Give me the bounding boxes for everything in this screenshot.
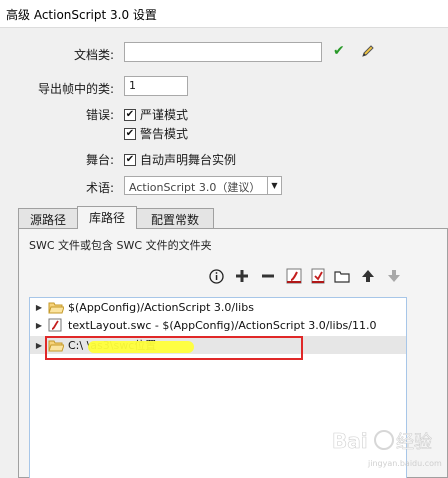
checkbox-box[interactable]: ✔ [124,127,136,140]
panel-caption: SWC 文件或包含 SWC 文件的文件夹 [29,239,212,252]
checkbox-box[interactable]: ✔ [124,108,136,121]
redaction-mark [88,341,194,353]
tab-source-path[interactable]: 源路径 [18,208,78,228]
expand-arrow-icon[interactable]: ▶ [30,303,48,312]
library-path-list[interactable]: ▶ $(AppConfig)/ActionScript 3.0/libs ▶ t… [29,297,407,478]
auto-declare-label: 自动声明舞台实例 [140,153,237,167]
list-item[interactable]: ▶ C:\ \as3\swc位置 [30,336,406,354]
flash-swc-icon[interactable] [285,267,303,285]
warnings-mode-label: 警告模式 [140,127,189,141]
folder-icon [48,338,64,352]
dialect-label: 术语: [85,181,114,195]
check-icon[interactable]: ✔ [333,43,345,59]
expand-arrow-icon[interactable]: ▶ [30,321,48,330]
move-down-icon[interactable] [385,267,403,285]
move-up-icon[interactable] [359,267,377,285]
strict-mode-label: 严谨模式 [140,108,189,122]
swc-file-icon [48,318,64,332]
checkbox-box[interactable]: ✔ [124,153,136,166]
tab-label: 源路径 [29,213,66,227]
list-item-label: textLayout.swc - $(AppConfig)/ActionScri… [68,318,377,332]
remove-icon[interactable] [259,267,277,285]
export-frame-label: 导出帧中的类: [37,82,114,96]
tab-label: 库路径 [88,211,125,225]
list-item-label: $(AppConfig)/ActionScript 3.0/libs [68,300,254,314]
auto-declare-checkbox[interactable]: ✔ 自动声明舞台实例 [124,151,236,168]
pencil-icon[interactable] [360,43,376,62]
library-path-panel: SWC 文件或包含 SWC 文件的文件夹 ▶ $(AppConfig)/Acti… [18,228,448,478]
dialect-value: ActionScript 3.0（建议） [129,181,261,194]
doc-class-input[interactable] [124,42,322,62]
export-frame-input[interactable]: 1 [124,76,188,96]
folder-icon [48,300,64,314]
tab-library-path[interactable]: 库路径 [77,206,137,229]
info-icon[interactable] [207,267,225,285]
tab-label: 配置常数 [150,213,199,227]
add-icon[interactable] [233,267,251,285]
title-bar: 高级 ActionScript 3.0 设置 [0,0,448,28]
expand-arrow-icon[interactable]: ▶ [30,341,48,350]
chevron-down-icon[interactable]: ▼ [267,177,281,194]
stage-label: 舞台: [85,153,114,167]
swc-file-icon[interactable] [309,267,327,285]
list-item[interactable]: ▶ textLayout.swc - $(AppConfig)/ActionSc… [30,316,406,334]
folder-icon[interactable] [333,267,351,285]
strict-mode-checkbox[interactable]: ✔ 严谨模式 [124,106,188,123]
doc-class-label: 文档类: [73,48,114,62]
warnings-mode-checkbox[interactable]: ✔ 警告模式 [124,125,188,142]
list-item[interactable]: ▶ $(AppConfig)/ActionScript 3.0/libs [30,298,406,316]
errors-label: 错误: [85,108,114,122]
tab-config-constants[interactable]: 配置常数 [136,208,214,228]
dialect-select[interactable]: ActionScript 3.0（建议） ▼ [124,176,282,195]
window-title: 高级 ActionScript 3.0 设置 [6,8,157,22]
